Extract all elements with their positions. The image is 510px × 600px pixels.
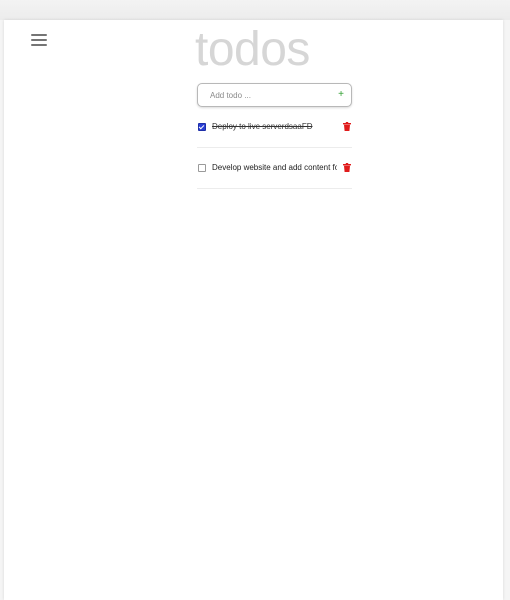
menu-bar (31, 34, 47, 36)
todo-item: Deploy to live serverdsaaFD (197, 107, 352, 148)
menu-bar (31, 39, 47, 41)
page-title: todos (195, 23, 310, 76)
todo-checkbox[interactable] (198, 164, 206, 172)
todo-checkbox[interactable] (198, 123, 206, 131)
hamburger-menu-icon[interactable] (27, 33, 51, 49)
add-todo-input[interactable] (210, 87, 330, 103)
todo-item: Develop website and add content for (197, 148, 352, 189)
todo-text[interactable]: Develop website and add content for (212, 163, 337, 173)
todo-list: Deploy to live serverdsaaFD Develop webs… (197, 107, 352, 189)
todo-text[interactable]: Deploy to live serverdsaaFD (212, 122, 337, 132)
trash-icon[interactable] (343, 122, 351, 131)
menu-bar (31, 44, 47, 46)
add-todo-button[interactable]: + (336, 87, 346, 103)
trash-icon[interactable] (343, 163, 351, 172)
add-todo-form: + (197, 83, 352, 107)
window-top-band (0, 0, 510, 20)
